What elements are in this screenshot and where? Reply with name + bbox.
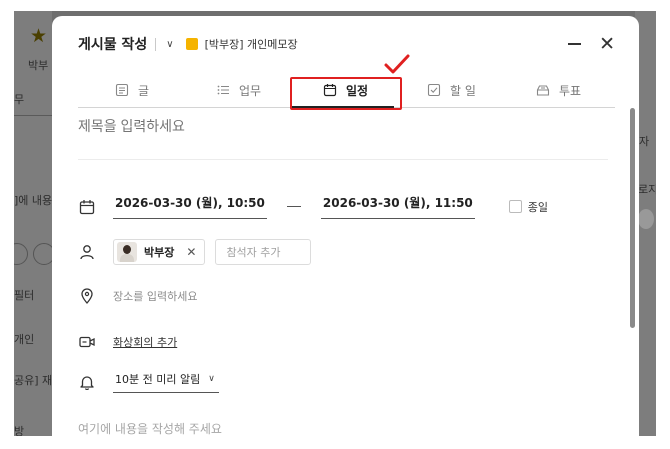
video-row: 화상회의 추가 (78, 333, 177, 351)
bg-text: 공유] 재 (14, 374, 53, 387)
post-compose-modal: 게시물 작성 ∨ [박부장] 개인메모장 ✕ 글 업무 일정 할 일 투표 제목… (52, 16, 639, 436)
modal-header: 게시물 작성 ∨ [박부장] 개인메모장 ✕ (78, 34, 615, 54)
avatar (638, 209, 654, 229)
bg-text: 개인 (14, 333, 35, 346)
person-icon (78, 243, 96, 261)
background-left-panel: ★ 박부 무 ]에 내용 필터 개인 공유] 재 방 (14, 11, 55, 436)
tab-todo[interactable]: 할 일 (427, 74, 476, 106)
body-textarea[interactable]: 여기에 내용을 작성해 주세요 (78, 420, 222, 436)
bg-text: 방 (14, 425, 25, 436)
all-day-checkbox[interactable] (508, 200, 522, 213)
tab-task[interactable]: 업무 (216, 74, 261, 106)
start-datetime-field[interactable]: 2026-03-30 (월), 10:50 (113, 194, 267, 219)
chevron-down-icon: ∨ (208, 374, 215, 384)
all-day-label: 종일 (527, 200, 549, 214)
screenshot-frame: ★ 박부 무 ]에 내용 필터 개인 공유] 재 방 자 로지 게시물 작성 ∨… (14, 11, 656, 436)
add-video-meeting-link[interactable]: 화상회의 추가 (113, 334, 177, 350)
bg-text: 필터 (14, 289, 35, 302)
bg-text: 자 (639, 135, 650, 148)
attendee-name: 박부장 (144, 246, 175, 259)
alarm-select[interactable]: 10분 전 미리 알림 ∨ (113, 371, 219, 393)
checkbox-icon (427, 83, 441, 97)
divider (155, 37, 157, 51)
tab-label: 할 일 (450, 83, 476, 98)
board-name[interactable]: [박부장] 개인메모장 (205, 36, 298, 52)
date-range-separator (286, 206, 301, 207)
title-input[interactable] (78, 118, 608, 134)
document-icon (115, 83, 129, 97)
tab-post[interactable]: 글 (115, 74, 149, 106)
star-icon: ★ (30, 25, 48, 47)
attendee-chip[interactable]: 박부장 ✕ (113, 239, 206, 265)
board-color-icon (185, 38, 198, 50)
bg-divider (14, 115, 52, 116)
list-icon (217, 85, 229, 95)
end-datetime-field[interactable]: 2026-03-30 (월), 11:50 (320, 194, 475, 219)
attendees-row: 박부장 ✕ 참석자 추가 (78, 239, 312, 265)
bell-icon (78, 373, 96, 391)
close-icon[interactable]: ✕ (599, 35, 615, 54)
video-camera-icon (78, 333, 96, 351)
bg-text: 박부 (28, 59, 49, 72)
calendar-icon (78, 198, 96, 216)
bg-circle-button (14, 243, 28, 265)
avatar (117, 242, 137, 262)
chevron-down-icon[interactable]: ∨ (166, 39, 173, 50)
datetime-row: 2026-03-30 (월), 10:50 2026-03-30 (월), 11… (78, 194, 548, 219)
location-pin-icon (78, 287, 96, 305)
annotation-highlight-box (290, 77, 402, 110)
tab-vote[interactable]: 투표 (536, 74, 581, 106)
alarm-value: 10분 전 미리 알림 (115, 373, 201, 386)
bg-text: 무 (14, 93, 25, 106)
alarm-row: 10분 전 미리 알림 ∨ (78, 371, 219, 393)
tab-label: 글 (138, 83, 150, 98)
tab-label: 투표 (559, 83, 582, 98)
modal-title: 게시물 작성 (78, 37, 148, 53)
add-attendee-input[interactable]: 참석자 추가 (215, 239, 312, 265)
scrollbar[interactable] (630, 108, 635, 328)
minus-icon[interactable] (568, 43, 582, 45)
remove-attendee-icon[interactable]: ✕ (186, 245, 196, 259)
place-row: 장소를 입력하세요 (78, 287, 197, 305)
bg-text: ]에 내용 (14, 194, 53, 207)
vote-icon (536, 85, 550, 96)
divider (78, 159, 608, 160)
place-input[interactable]: 장소를 입력하세요 (113, 288, 197, 304)
checkmark-icon (384, 54, 410, 74)
tab-label: 업무 (239, 83, 262, 98)
bg-text: 로지 (638, 183, 656, 196)
